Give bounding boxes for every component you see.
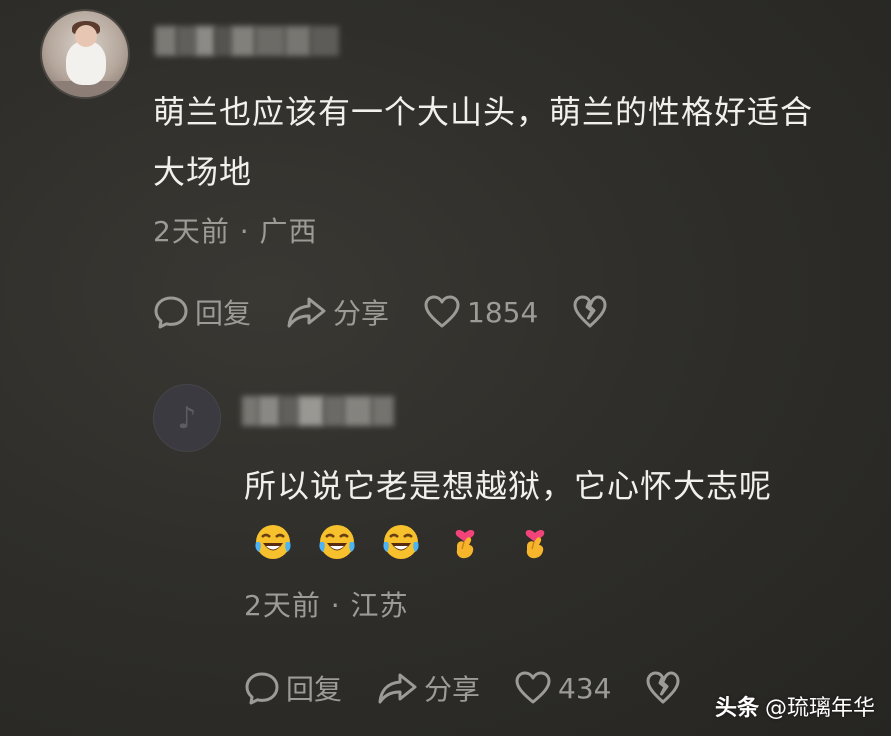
like-count: 1854: [467, 295, 539, 329]
reply-actions: 回复 分享 434: [244, 668, 681, 708]
finger-heart-emoji-icon: [445, 522, 485, 562]
heart-icon: [424, 295, 460, 328]
laughing-crying-emoji-icon: [253, 522, 293, 562]
reply-avatar[interactable]: ♪: [153, 384, 221, 452]
reply-reply-button[interactable]: 回复: [244, 668, 342, 708]
comment-bubble-icon: [154, 296, 188, 329]
avatar-figure: [66, 41, 106, 85]
share-arrow-icon: [378, 673, 417, 704]
laughing-crying-emoji-icon: [317, 522, 357, 562]
reply-button[interactable]: 回复: [153, 292, 251, 332]
tiktok-logo-icon: ♪: [177, 400, 197, 436]
comment-actions: 回复 分享 1854: [153, 292, 608, 332]
share-label: 分享: [333, 297, 390, 330]
share-button[interactable]: 分享: [285, 292, 389, 332]
like-count: 434: [558, 671, 612, 705]
watermark: 头条 @琉璃年华: [715, 690, 875, 722]
broken-heart-icon: [573, 295, 607, 328]
watermark-handle: @琉璃年华: [764, 696, 875, 721]
finger-heart-emoji-icon: [515, 522, 555, 562]
like-button[interactable]: 1854: [423, 294, 538, 330]
share-arrow-icon: [287, 297, 326, 328]
share-label: 分享: [424, 673, 481, 706]
reply-label: 回复: [286, 673, 343, 706]
comment-bubble-icon: [245, 672, 279, 705]
watermark-brand: 头条: [714, 696, 759, 721]
comment-meta: 2天前 · 广西: [153, 215, 318, 248]
broken-heart-icon: [646, 671, 680, 704]
reply-text: 所以说它老是想越狱，它心怀大志呢: [244, 467, 773, 505]
dislike-button[interactable]: [572, 294, 608, 330]
reply-label: 回复: [195, 297, 252, 330]
comment-text: 萌兰也应该有一个大山头，萌兰的性格好适合 大场地: [153, 93, 814, 191]
reply-like-button[interactable]: 434: [514, 670, 611, 706]
reply-username-redacted[interactable]: [242, 396, 394, 426]
username-redacted[interactable]: [155, 26, 339, 56]
heart-icon: [515, 671, 551, 704]
reply-dislike-button[interactable]: [645, 670, 681, 706]
comment-item: 萌兰也应该有一个大山头，萌兰的性格好适合 大场地 2天前 · 广西 回复 分享 …: [0, 0, 891, 360]
reply-emojis: [253, 522, 579, 562]
laughing-crying-emoji-icon: [381, 522, 421, 562]
reply-meta: 2天前 · 江苏: [244, 589, 409, 622]
avatar[interactable]: [40, 9, 130, 99]
avatar-head: [75, 25, 97, 47]
reply-share-button[interactable]: 分享: [376, 668, 480, 708]
